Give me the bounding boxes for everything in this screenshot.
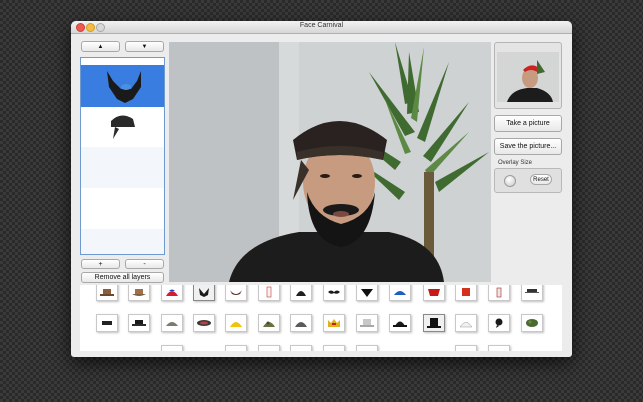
layer-item-bandana[interactable] <box>81 107 164 147</box>
tray-item[interactable] <box>488 345 510 351</box>
bandana-icon <box>111 115 135 139</box>
paper-icon <box>266 286 272 298</box>
hat-red-icon <box>496 287 502 298</box>
beard-item[interactable] <box>193 285 215 301</box>
cowboy-hat-item[interactable] <box>128 285 150 301</box>
hard-hat-icon <box>230 322 242 327</box>
cap-gray-icon <box>525 289 539 293</box>
remove-layer-button[interactable]: - <box>125 259 164 269</box>
camo-helmet-icon <box>263 321 275 327</box>
tray-item[interactable] <box>455 345 477 351</box>
beard-icon <box>199 288 209 297</box>
camo-helmet-item[interactable] <box>258 314 280 332</box>
layer-item-empty <box>81 147 164 188</box>
hat-item[interactable] <box>96 285 118 301</box>
hat-icon <box>100 289 114 296</box>
crown-item[interactable] <box>323 314 345 332</box>
helmet-item[interactable] <box>290 285 312 301</box>
overlay-size-knob[interactable] <box>504 175 516 187</box>
accessory-tray[interactable] <box>80 285 562 351</box>
cap-blue-icon <box>394 291 406 295</box>
hat-red-item[interactable] <box>488 285 510 301</box>
paper-item[interactable] <box>258 285 280 301</box>
cap-blue-item[interactable] <box>389 285 411 301</box>
fez-icon <box>462 288 470 296</box>
cap-red-icon <box>428 289 440 296</box>
cowboy-hat-icon <box>132 289 146 296</box>
bandana-icon <box>361 289 373 297</box>
beard-icon <box>107 71 141 103</box>
fez-item[interactable] <box>455 285 477 301</box>
down-arrow-icon: ▼ <box>141 43 148 50</box>
move-layer-up-button[interactable]: ▲ <box>81 41 120 52</box>
soldier-helmet-icon <box>295 322 307 327</box>
hat-black-icon <box>132 320 146 326</box>
cap-red-item[interactable] <box>423 285 445 301</box>
hat-black-item[interactable] <box>128 314 150 332</box>
plus-icon: + <box>98 260 103 268</box>
tray-item[interactable] <box>258 345 280 351</box>
layer-item-empty <box>81 188 164 229</box>
title-bar: Face Carnival <box>71 21 572 34</box>
mustache-icon <box>328 290 340 294</box>
tray-item[interactable] <box>290 345 312 351</box>
tray-item[interactable] <box>225 345 247 351</box>
army-helmet-icon <box>166 322 178 326</box>
cap-dark-icon <box>197 320 211 326</box>
glasses-icon <box>102 321 112 325</box>
mustache-item[interactable] <box>323 285 345 301</box>
app-window: Face Carnival ▲ ▼ + - Remove all layers <box>71 21 572 357</box>
cap-white-item[interactable] <box>455 314 477 332</box>
top-hat-icon <box>427 318 441 328</box>
hard-hat-item[interactable] <box>225 314 247 332</box>
bowler-icon <box>393 321 407 327</box>
soldier-helmet-item[interactable] <box>290 314 312 332</box>
cap-dark-item[interactable] <box>193 314 215 332</box>
bandana-black-item[interactable] <box>488 314 510 332</box>
layer-item-empty <box>81 229 164 254</box>
tray-item[interactable] <box>323 345 345 351</box>
window-title: Face Carnival <box>299 22 344 29</box>
save-picture-button[interactable]: Save the picture... <box>494 138 562 155</box>
bowler-item[interactable] <box>389 314 411 332</box>
top-hat-gray-icon <box>360 319 374 327</box>
mustache-beard-icon <box>230 290 242 295</box>
bandana-black-icon <box>495 318 503 328</box>
army-helmet-item[interactable] <box>161 314 183 332</box>
photo-thumbnail-frame <box>494 42 562 109</box>
camo-hat-item[interactable] <box>521 314 543 332</box>
cap-item[interactable] <box>161 285 183 301</box>
cap-gray-item[interactable] <box>521 285 543 301</box>
camera-image <box>169 42 491 282</box>
glasses-item[interactable] <box>96 314 118 332</box>
reset-button[interactable]: Reset <box>530 174 552 185</box>
camo-hat-icon <box>526 319 538 327</box>
cap-icon <box>166 289 178 296</box>
helmet-icon <box>296 291 306 296</box>
overlay-size-panel: Reset <box>494 168 562 193</box>
mustache-beard-item[interactable] <box>225 285 247 301</box>
camera-view <box>169 42 491 282</box>
top-hat-gray-item[interactable] <box>356 314 378 332</box>
photo-thumbnail <box>497 52 559 102</box>
remove-all-layers-button[interactable]: Remove all layers <box>81 272 164 283</box>
add-layer-button[interactable]: + <box>81 259 120 269</box>
tray-item[interactable] <box>356 345 378 351</box>
overlay-size-label: Overlay Size <box>498 160 533 166</box>
crown-icon <box>328 319 340 327</box>
up-arrow-icon: ▲ <box>97 43 104 50</box>
layer-item-beard[interactable] <box>81 65 164 107</box>
top-hat-item[interactable] <box>423 314 445 332</box>
minus-icon: - <box>143 260 146 268</box>
cap-white-icon <box>459 322 473 328</box>
move-layer-down-button[interactable]: ▼ <box>125 41 164 52</box>
take-picture-button[interactable]: Take a picture <box>494 115 562 132</box>
layer-list[interactable] <box>80 57 165 255</box>
tray-item[interactable] <box>161 345 183 351</box>
bandana-item[interactable] <box>356 285 378 301</box>
